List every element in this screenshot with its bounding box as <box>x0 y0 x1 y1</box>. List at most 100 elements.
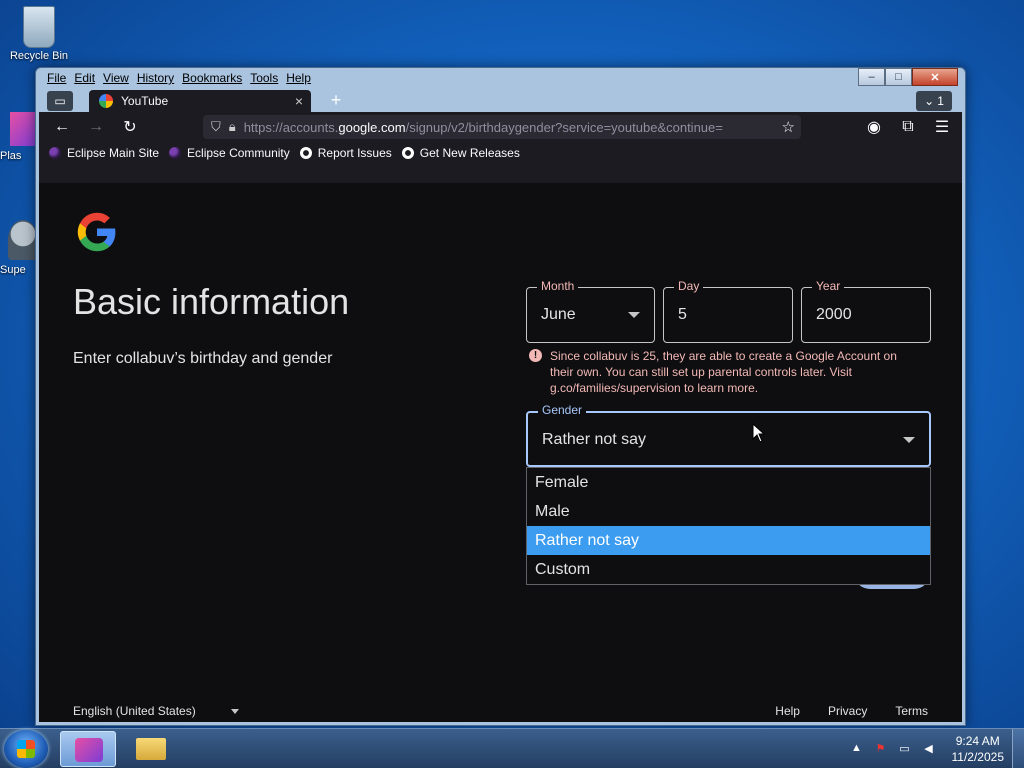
page-subtitle: Enter collabuv’s birthday and gender <box>73 350 333 367</box>
language-select[interactable]: English (United States) <box>73 704 196 718</box>
bookmarks-toolbar: Eclipse Main Site Eclipse Community Repo… <box>39 142 962 164</box>
eclipse-icon <box>169 147 182 159</box>
puzzle-icon: ⧉ <box>902 118 914 135</box>
windows-logo-icon <box>17 740 35 758</box>
day-field[interactable]: Day 5 <box>663 279 793 343</box>
bookmark-label: Get New Releases <box>419 146 520 160</box>
google-logo-icon <box>77 212 116 252</box>
menu-view[interactable]: View <box>103 71 129 85</box>
forward-button[interactable]: → <box>85 116 107 138</box>
tab-title: YouTube <box>121 94 169 108</box>
eclipse-icon <box>49 147 61 159</box>
recycle-bin-label: Recycle Bin <box>9 50 69 62</box>
url-prefix: https://accounts. <box>243 119 339 135</box>
help-link[interactable]: Help <box>775 704 800 718</box>
firefox-view-button[interactable]: ▭ <box>47 91 73 111</box>
menu-bar: File Edit View History Bookmarks Tools H… <box>47 71 311 85</box>
footer-links: Help Privacy Terms <box>775 704 928 718</box>
gender-option-female[interactable]: Female <box>527 468 930 497</box>
url-bar[interactable]: ⛉ 🔒︎ https://accounts. google.com/signup/… <box>203 115 801 139</box>
gender-option-rather-not-say[interactable]: Rather not say <box>527 526 930 555</box>
navigation-toolbar: ← → ↻ ⛉ 🔒︎ https://accounts. google.com/s… <box>39 112 962 142</box>
account-button[interactable]: ◉ <box>863 116 885 138</box>
chevron-down-icon: ⌄ <box>924 94 935 108</box>
google-favicon-icon <box>99 94 113 108</box>
lock-icon[interactable]: 🔒︎ <box>229 119 236 135</box>
caret-down-icon <box>628 312 640 318</box>
menu-help[interactable]: Help <box>286 71 311 85</box>
caret-down-icon <box>903 437 915 443</box>
list-all-tabs-button[interactable]: ⌄ 1 <box>916 91 952 111</box>
tab-close-icon[interactable]: × <box>295 93 303 109</box>
shield-icon[interactable]: ⛉ <box>211 119 221 135</box>
menu-bookmarks[interactable]: Bookmarks <box>182 71 242 85</box>
day-label: Day <box>674 279 704 293</box>
menu-tools[interactable]: Tools <box>250 71 278 85</box>
taskbar-explorer[interactable] <box>122 731 178 767</box>
start-button[interactable] <box>4 730 48 768</box>
month-select[interactable]: Month June <box>526 279 655 343</box>
shortcut-label: Plas <box>0 150 22 162</box>
app-icon <box>8 220 38 260</box>
new-tab-button[interactable]: + <box>323 90 349 112</box>
clock-date: 11/2/2025 <box>951 750 1005 764</box>
volume-muted-icon[interactable]: ◀ <box>922 742 936 756</box>
arrow-right-icon: → <box>88 118 104 135</box>
minimize-button[interactable]: – <box>858 68 885 86</box>
terms-link[interactable]: Terms <box>895 704 928 718</box>
tab-bar: ▭ YouTube × + ⌄ 1 <box>39 90 962 112</box>
github-icon <box>299 147 312 159</box>
clock[interactable]: 9:24 AM 11/2/2025 <box>952 733 1005 765</box>
window-controls: – □ ✕ <box>858 68 958 86</box>
action-center-flag-icon[interactable]: ⚑ <box>874 742 888 756</box>
bookmark-report-issues[interactable]: Report Issues <box>299 146 392 160</box>
day-value: 5 <box>678 306 687 323</box>
bookmark-star-icon[interactable]: ☆ <box>782 118 795 136</box>
bookmark-label: Report Issues <box>317 146 392 160</box>
close-window-button[interactable]: ✕ <box>912 68 958 86</box>
network-icon[interactable]: ▭ <box>898 742 912 756</box>
tab-count: 1 <box>937 94 944 108</box>
firefox-content: ▭ YouTube × + ⌄ 1 ← → ↻ ⛉ 🔒︎ https://acc… <box>39 90 962 722</box>
menu-file[interactable]: File <box>47 71 66 85</box>
age-error-message: ! Since collabuv is 25, they are able to… <box>529 348 909 396</box>
gender-option-custom[interactable]: Custom <box>527 555 930 584</box>
menu-edit[interactable]: Edit <box>74 71 95 85</box>
browser-icon <box>75 738 103 762</box>
bookmark-eclipse-main[interactable]: Eclipse Main Site <box>49 146 159 160</box>
desktop-shortcut-supe[interactable]: Supe <box>0 220 40 276</box>
browser-window: File Edit View History Bookmarks Tools H… <box>35 67 966 726</box>
maximize-button[interactable]: □ <box>885 68 912 86</box>
folder-icon <box>136 738 166 760</box>
shortcut-label: Supe <box>0 264 26 276</box>
privacy-link[interactable]: Privacy <box>828 704 867 718</box>
bookmark-eclipse-community[interactable]: Eclipse Community <box>169 146 290 160</box>
year-field[interactable]: Year 2000 <box>801 279 931 343</box>
recycle-bin-icon[interactable]: Recycle Bin <box>6 6 72 62</box>
menu-history[interactable]: History <box>137 71 174 85</box>
tab-youtube[interactable]: YouTube × <box>89 90 311 112</box>
gender-select[interactable]: Gender Rather not say <box>526 403 931 467</box>
error-text: Since collabuv is 25, they are able to c… <box>550 349 897 395</box>
show-hidden-icons-icon[interactable]: ▲ <box>850 742 864 756</box>
taskbar-browser[interactable] <box>60 731 116 767</box>
gender-value: Rather not say <box>542 431 647 448</box>
reload-icon: ↻ <box>123 119 137 136</box>
show-desktop-button[interactable] <box>1012 729 1024 768</box>
page-title: Basic information <box>73 281 350 322</box>
bookmark-get-new-releases[interactable]: Get New Releases <box>401 146 520 160</box>
desktop-shortcut-plas[interactable]: Plas <box>0 112 40 162</box>
month-label: Month <box>537 279 579 293</box>
system-tray: ▲ ⚑ ▭ ◀ 9:24 AM 11/2/2025 <box>850 733 1005 765</box>
extensions-button[interactable]: ⧉ <box>897 116 919 138</box>
error-icon: ! <box>529 349 542 362</box>
signup-page: Basic information Enter collabuv’s birth… <box>39 183 962 722</box>
reload-button[interactable]: ↻ <box>119 116 141 138</box>
app-menu-button[interactable]: ☰ <box>931 116 953 138</box>
gender-option-male[interactable]: Male <box>527 497 930 526</box>
url-domain: google.com <box>338 119 406 135</box>
back-button[interactable]: ← <box>51 116 73 138</box>
bookmark-label: Eclipse Community <box>187 146 290 160</box>
clock-time: 9:24 AM <box>955 734 1000 748</box>
year-label: Year <box>812 279 845 293</box>
